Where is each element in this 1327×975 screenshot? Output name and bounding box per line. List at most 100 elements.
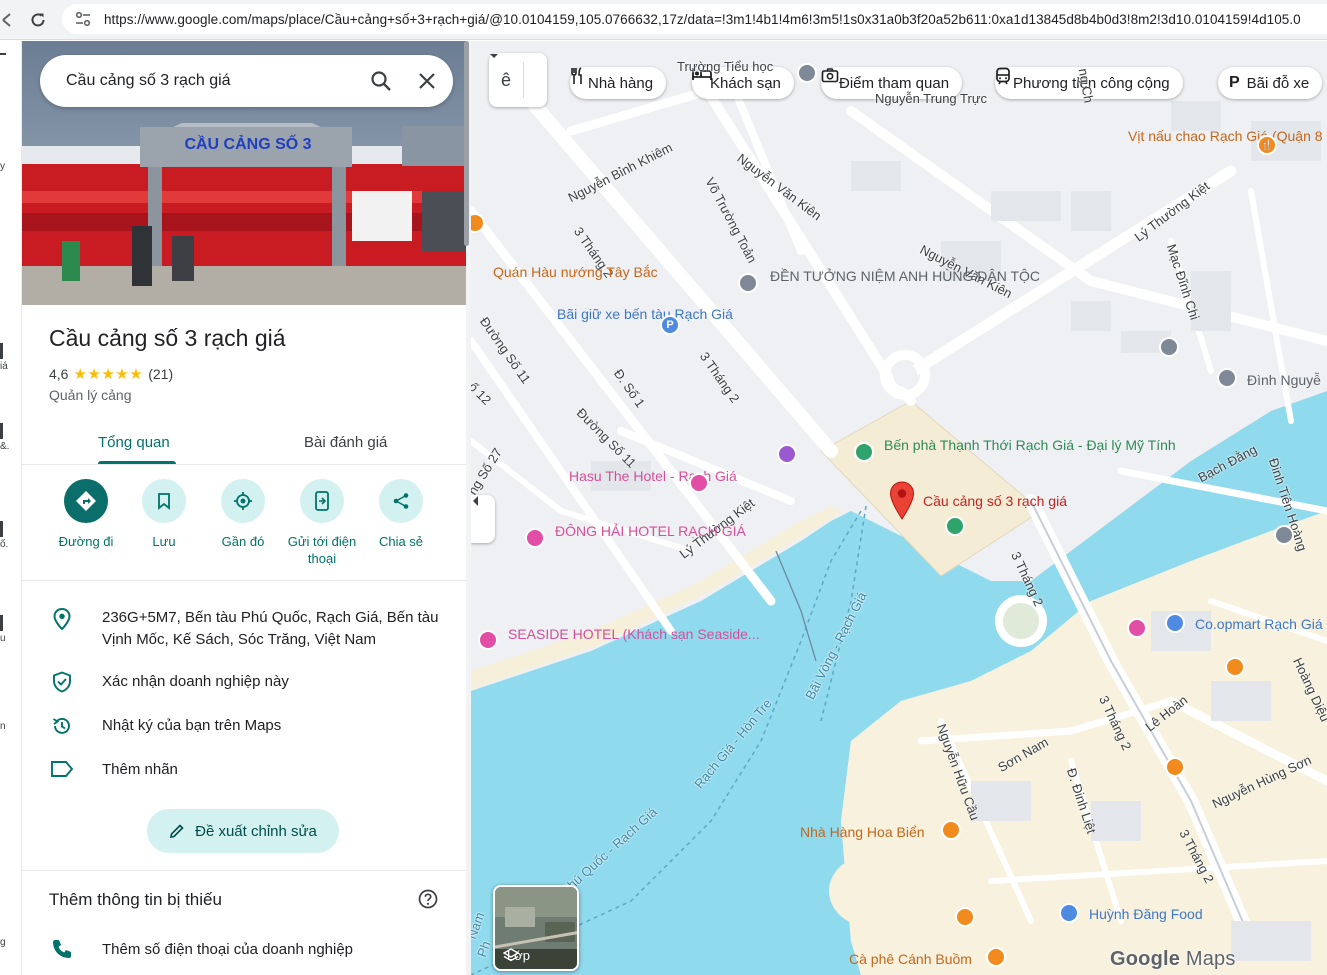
shopping-cart-icon[interactable] — [1165, 613, 1185, 633]
parking-icon[interactable]: P — [660, 315, 680, 335]
verified-shield-icon — [22, 671, 102, 693]
chip-restaurants[interactable]: Nhà hàng — [570, 67, 667, 99]
address-text: 236G+5M7, Bến tàu Phú Quốc, Rạch Giá, Bế… — [102, 609, 439, 648]
chip-parking[interactable]: P Bãi đỗ xe — [1218, 67, 1323, 99]
nearby-button[interactable]: Gần đó — [198, 479, 288, 550]
bus-stop-icon[interactable] — [1159, 337, 1179, 357]
shopping-cart-icon[interactable] — [1059, 903, 1079, 923]
rail-label: iá — [0, 361, 8, 372]
chip-label: Bãi đỗ xe — [1246, 74, 1310, 92]
site-settings-icon[interactable] — [74, 10, 92, 28]
poi-hoa-bien-label[interactable]: Nhà Hàng Hoa Biển — [800, 823, 925, 841]
poi-vit-nau-label[interactable]: Vịt nấu chao Rạch Giá (Quận 8 Đình) — [1128, 127, 1327, 145]
poi-memorial-label[interactable]: ĐỀN TƯỞNG NIỆM ANH HÙNG DÂN TỘC — [770, 267, 1040, 285]
action-label: Lưu — [152, 534, 176, 549]
layers-button[interactable]: Lớp — [493, 885, 579, 971]
left-rail: y iá &. ố. u n g — [0, 41, 22, 975]
share-button[interactable]: Chia sẻ — [356, 479, 446, 550]
chevron-left-icon — [473, 496, 478, 506]
add-label-row[interactable]: Thêm nhãn — [22, 759, 466, 781]
selected-place-label[interactable]: Cầu cảng số 3 rạch giá — [923, 492, 1067, 510]
poi-huynh-dang-label[interactable]: Huỳnh Đăng Food — [1089, 905, 1203, 923]
save-button[interactable]: Lưu — [119, 479, 209, 550]
address-bar[interactable]: https://www.google.com/maps/place/Cầu+cả… — [62, 4, 1327, 34]
attraction-icon[interactable] — [777, 444, 797, 464]
poi-seaside-label[interactable]: SEASIDE HOTEL (Khách sạn Seaside... — [508, 625, 760, 643]
directions-icon — [64, 479, 108, 523]
input-tools-button[interactable]: ê — [489, 53, 547, 107]
add-phone-row[interactable]: Thêm số điện thoại của doanh nghiệp — [22, 938, 466, 960]
parking-icon: P — [1229, 74, 1240, 91]
address-row[interactable]: 236G+5M7, Bến tàu Phú Quốc, Rạch Giá, Bế… — [22, 607, 466, 651]
rail-item-6[interactable]: n — [0, 721, 21, 732]
search-icon[interactable] — [361, 61, 401, 101]
rail-label: g — [0, 937, 6, 948]
ferry-icon[interactable] — [945, 516, 965, 536]
layers-icon — [503, 948, 519, 962]
rail-item-3[interactable]: &. — [0, 421, 21, 452]
chip-label: Điểm tham quan — [839, 74, 950, 92]
rail-item-5[interactable]: u — [0, 613, 21, 644]
place-category[interactable]: Quản lý cảng — [49, 387, 132, 403]
restaurant-icon[interactable] — [955, 907, 975, 927]
send-to-phone-icon — [300, 479, 344, 523]
restaurant-icon[interactable] — [1165, 757, 1185, 777]
active-tab-indicator — [98, 461, 176, 464]
claim-business-row[interactable]: Xác nhận doanh nghiệp này — [22, 671, 466, 693]
ferry-icon[interactable] — [854, 442, 874, 462]
road-label: Nguyễn Trung Trực — [875, 91, 988, 106]
suggest-edit-button[interactable]: Đề xuất chỉnh sửa — [147, 809, 339, 853]
send-to-phone-button[interactable]: Gửi tới điện thoại — [277, 479, 367, 567]
poi-quan-hau-label[interactable]: Quán Hàu nướng Tây Bắc — [493, 263, 658, 281]
panel-scrollbar[interactable] — [464, 41, 469, 246]
monument-icon[interactable] — [738, 273, 758, 293]
tab-overview[interactable]: Tổng quan — [98, 419, 170, 465]
restaurant-icon[interactable] — [1225, 657, 1245, 677]
poi-dinh-label[interactable]: Đình Nguyễ — [1247, 371, 1321, 389]
map-canvas[interactable]: ê Nhà hàng Khách sạn Điểm tham quan Phươ… — [471, 41, 1327, 975]
poi-coopmart-label[interactable]: Co.opmart Rạch Giá — [1195, 615, 1323, 633]
close-icon[interactable] — [407, 61, 447, 101]
rail-item-2[interactable]: iá — [0, 341, 21, 372]
tab-reviews[interactable]: Bài đánh giá — [304, 419, 387, 465]
timeline-text: Nhật ký của bạn trên Maps — [102, 717, 282, 734]
search-box[interactable]: Cầu cảng số 3 rạch giá — [40, 55, 453, 107]
poi-ca-phe-label[interactable]: Cà phê Cánh Buồm — [849, 950, 972, 968]
location-pin-icon — [22, 607, 102, 651]
add-phone-text: Thêm số điện thoại của doanh nghiệp — [102, 940, 354, 958]
rail-label: ố. — [0, 539, 9, 550]
cafe-icon[interactable] — [986, 947, 1006, 967]
directions-button[interactable]: Đường đi — [41, 479, 131, 550]
poi-hasu-label[interactable]: Hasu The Hotel - Rạch Giá — [569, 467, 737, 485]
star-rating-icon: ★★★★★ — [73, 366, 144, 383]
layers-label-row: Lớp — [503, 948, 530, 963]
pencil-icon — [170, 824, 184, 838]
bus-stop-icon[interactable] — [1274, 525, 1294, 545]
restaurant-icon[interactable] — [941, 820, 961, 840]
tab-label: Bài đánh giá — [304, 433, 388, 451]
place-photo[interactable]: CẦU CẢNG SỐ 3 Cầu cảng số 3 rạch giá — [22, 41, 466, 305]
timeline-row[interactable]: Nhật ký của bạn trên Maps — [22, 715, 466, 737]
restaurant-icon[interactable]: 🍴 — [1257, 135, 1277, 155]
nearby-icon — [221, 479, 265, 523]
rail-item-1[interactable]: y — [0, 161, 21, 172]
school-icon[interactable] — [797, 63, 817, 83]
monument-icon[interactable] — [1217, 368, 1237, 388]
hotel-icon[interactable] — [1127, 618, 1147, 638]
poi-ferry-label[interactable]: Bến phà Thạnh Thới Rạch Giá - Đại lý Mỹ … — [884, 436, 1176, 454]
rail-menu-icon[interactable] — [0, 47, 21, 67]
share-icon — [379, 479, 423, 523]
review-count[interactable]: (21) — [148, 366, 173, 382]
search-input[interactable]: Cầu cảng số 3 rạch giá — [66, 72, 361, 90]
collapse-panel-button[interactable] — [471, 495, 495, 543]
hotel-icon[interactable] — [525, 528, 545, 548]
rail-item-4[interactable]: ố. — [0, 519, 21, 550]
hotel-icon[interactable] — [478, 630, 498, 650]
poi-dong-hai-label[interactable]: ĐÔNG HẢI HOTEL RẠCH GIÁ — [555, 522, 746, 540]
poi-parking-label[interactable]: Bãi giữ xe bến tàu Rạch Giá — [557, 305, 733, 323]
rail-label: u — [0, 633, 6, 644]
reload-button[interactable] — [22, 4, 54, 36]
rail-item-7[interactable]: g — [0, 937, 21, 948]
help-icon[interactable] — [417, 888, 439, 915]
hotel-icon[interactable] — [689, 473, 709, 493]
